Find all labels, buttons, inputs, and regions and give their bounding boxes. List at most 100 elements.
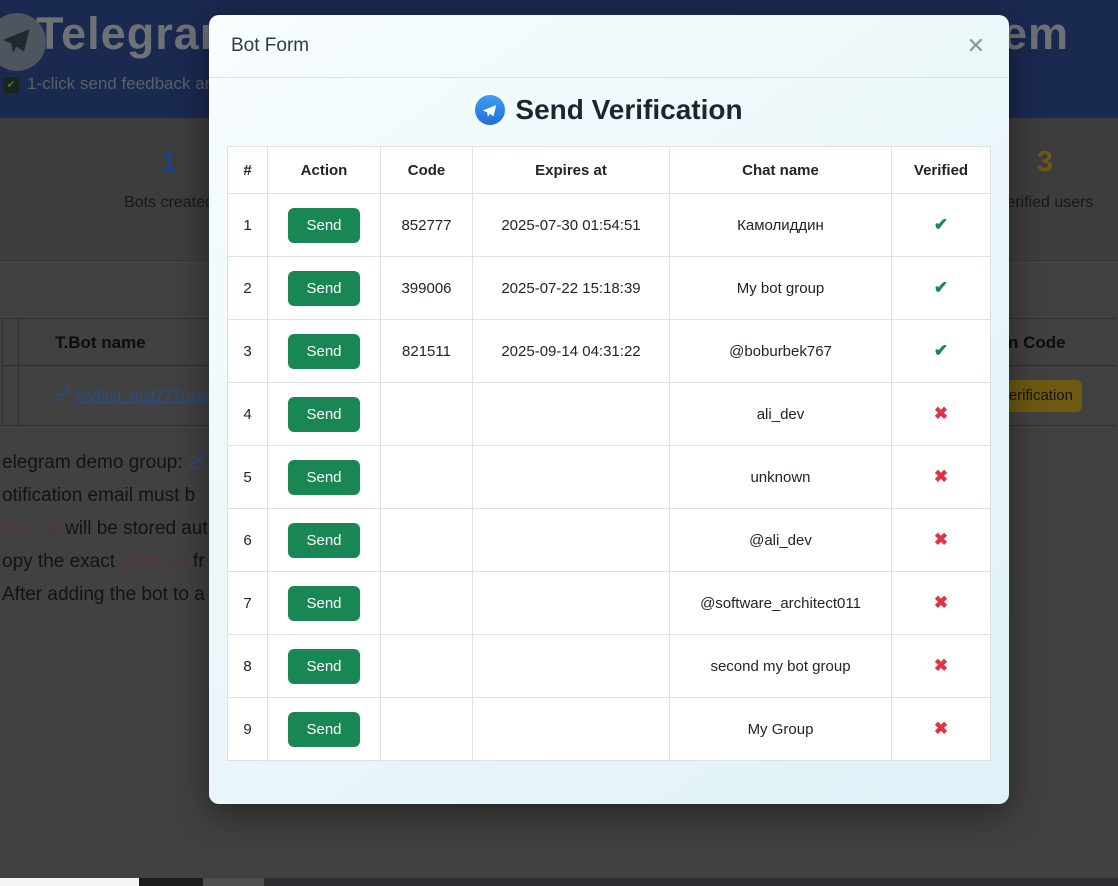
note-text: elegram demo group: <box>2 452 188 473</box>
action-cell: Send <box>267 508 381 572</box>
table-row: 9 Send My Group ✖ <box>227 697 991 761</box>
send-verification-heading-text: Send Verification <box>515 94 743 125</box>
action-cell: Send <box>267 193 381 257</box>
bg-table-border <box>18 318 19 426</box>
note-line: otification email must b <box>2 479 208 512</box>
send-button[interactable]: Send <box>288 207 360 243</box>
bot-name-column-header: T.Bot name <box>55 333 146 352</box>
column-header-code: Code <box>380 146 473 194</box>
action-cell: Send <box>267 445 381 509</box>
chat-name-cell: @ali_dev <box>669 508 892 572</box>
table-row: 7 Send @software_architect011 ✖ <box>227 571 991 635</box>
verification-code-column-header: n Code <box>1008 333 1066 352</box>
verification-table-wrap: # Action Code Expires at Chat name Verif… <box>227 146 991 761</box>
taskbar-search-segment[interactable] <box>0 878 139 886</box>
column-header-expires: Expires at <box>472 146 670 194</box>
modal-title: Bot Form <box>231 35 310 56</box>
chat-name-cell: @software_architect011 <box>669 571 892 635</box>
table-row: 2 Send 399006 2025-07-22 15:18:39 My bot gro… <box>227 256 991 320</box>
note-text: otification email must b <box>2 485 196 506</box>
table-row: 3 Send 821511 2025-09-14 04:31:22 @boburbek7… <box>227 319 991 383</box>
check-icon: ✔ <box>933 215 949 234</box>
check-icon: ✔ <box>933 341 949 360</box>
note-text: fr <box>187 551 205 572</box>
verified-cell: ✖ <box>891 445 991 509</box>
column-header-action: Action <box>267 146 381 194</box>
action-cell: Send <box>267 634 381 698</box>
chat-name-cell: unknown <box>669 445 892 509</box>
table-header-row: # Action Code Expires at Chat name Verif… <box>227 146 991 194</box>
chat-name-cell: second my bot group <box>669 634 892 698</box>
code-cell: 821511 <box>380 319 473 383</box>
note-text: After adding the bot to a <box>2 584 205 605</box>
send-button[interactable]: Send <box>288 648 360 684</box>
cross-icon: ✖ <box>933 467 949 486</box>
send-button[interactable]: Send <box>288 270 360 306</box>
code-cell: 399006 <box>380 256 473 320</box>
expires-cell: 2025-07-22 15:18:39 <box>472 256 670 320</box>
bot-link[interactable]: Myfirst_test777uzbot <box>55 386 219 407</box>
column-header-number: # <box>227 146 268 194</box>
send-button[interactable]: Send <box>288 585 360 621</box>
verified-cell: ✖ <box>891 508 991 572</box>
send-button[interactable]: Send <box>288 333 360 369</box>
bot-link-label: Myfirst_test777uzbot <box>76 387 220 405</box>
send-button[interactable]: Send <box>288 711 360 747</box>
send-button[interactable]: Send <box>288 522 360 558</box>
column-header-verified: Verified <box>891 146 991 194</box>
check-icon: ✔ <box>933 278 949 297</box>
expires-cell <box>472 634 670 698</box>
table-row: 6 Send @ali_dev ✖ <box>227 508 991 572</box>
row-number-cell: 3 <box>227 319 268 383</box>
verification-table-body: 1 Send 852777 2025-07-30 01:54:51 Камолиддин… <box>227 193 991 761</box>
app-tagline: 1-click send feedback and g <box>27 74 238 93</box>
expires-cell <box>472 382 670 446</box>
code-cell <box>380 382 473 446</box>
note-text: will be stored aut <box>59 518 208 539</box>
modal-header: Bot Form ✕ <box>209 15 1009 78</box>
column-header-chat-name: Chat name <box>669 146 892 194</box>
send-button[interactable]: Send <box>288 396 360 432</box>
cross-icon: ✖ <box>933 656 949 675</box>
cross-icon: ✖ <box>933 719 949 738</box>
verified-cell: ✖ <box>891 697 991 761</box>
send-button[interactable]: Send <box>288 459 360 495</box>
note-line: After adding the bot to a <box>2 578 208 611</box>
row-number-cell: 2 <box>227 256 268 320</box>
expires-cell <box>472 571 670 635</box>
link-icon[interactable] <box>188 446 205 479</box>
bot-form-modal: Bot Form ✕ Send Verification # Action Co… <box>209 15 1009 804</box>
taskbar <box>0 878 1118 886</box>
taskbar-gray-segment <box>203 878 264 886</box>
close-icon[interactable]: ✕ <box>965 33 987 59</box>
code-cell <box>380 634 473 698</box>
telegram-icon <box>475 95 506 125</box>
expires-cell <box>472 445 670 509</box>
row-number-cell: 4 <box>227 382 268 446</box>
chat-name-cell: ali_dev <box>669 382 892 446</box>
verification-table: # Action Code Expires at Chat name Verif… <box>227 146 991 761</box>
code-cell: 852777 <box>380 193 473 257</box>
note-line: elegram demo group: <box>2 446 208 479</box>
expires-cell <box>472 697 670 761</box>
cross-icon: ✖ <box>933 530 949 549</box>
app-title-fragment-right: em <box>1002 8 1070 59</box>
tagline-badge-icon: ✔ <box>3 77 19 93</box>
expires-cell: 2025-09-14 04:31:22 <box>472 319 670 383</box>
verified-cell: ✔ <box>891 193 991 257</box>
note-line: opy the exact chat_id fr <box>2 545 208 578</box>
verified-cell: ✖ <box>891 634 991 698</box>
chat-name-cell: My Group <box>669 697 892 761</box>
verified-cell: ✖ <box>891 571 991 635</box>
code-cell <box>380 571 473 635</box>
table-row: 5 Send unknown ✖ <box>227 445 991 509</box>
row-number-cell: 6 <box>227 508 268 572</box>
row-number-cell: 1 <box>227 193 268 257</box>
row-number-cell: 7 <box>227 571 268 635</box>
action-cell: Send <box>267 571 381 635</box>
action-cell: Send <box>267 697 381 761</box>
cross-icon: ✖ <box>933 593 949 612</box>
verified-cell: ✔ <box>891 256 991 320</box>
expires-cell <box>472 508 670 572</box>
chat-name-cell: My bot group <box>669 256 892 320</box>
